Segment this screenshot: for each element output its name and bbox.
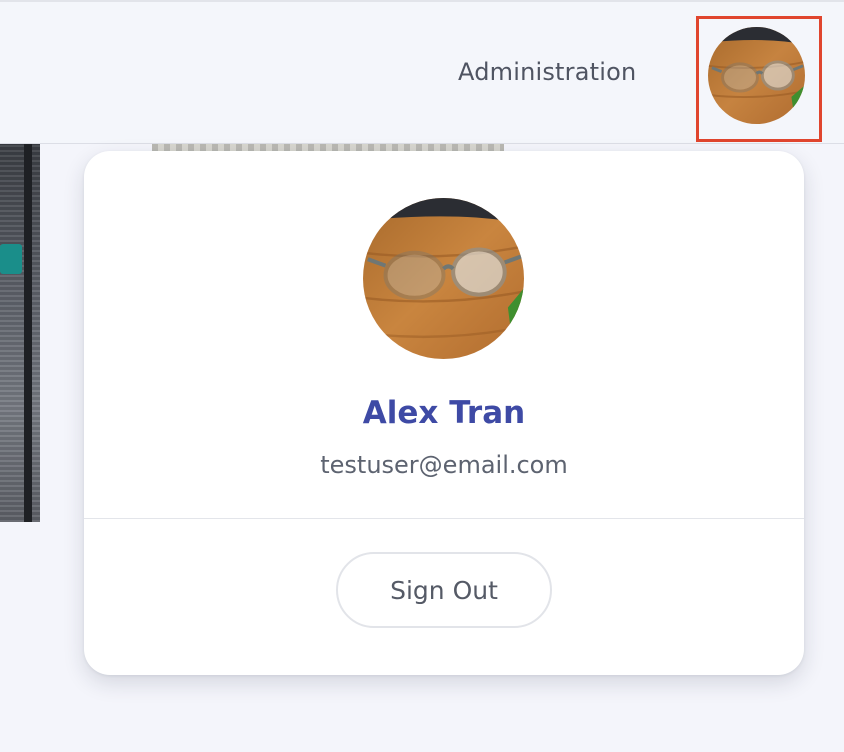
user-display-name: Alex Tran bbox=[362, 395, 526, 431]
menu-divider bbox=[84, 518, 804, 519]
background-photo-left bbox=[0, 144, 40, 522]
app-page: Administration Alex Tran testuser@email.… bbox=[0, 0, 844, 752]
profile-dropdown-card: Alex Tran testuser@email.com Sign Out bbox=[84, 151, 804, 675]
user-avatar-large bbox=[363, 198, 524, 359]
profile-avatar-button[interactable] bbox=[696, 16, 822, 142]
user-avatar-small bbox=[708, 27, 805, 124]
sign-out-button[interactable]: Sign Out bbox=[336, 552, 552, 628]
user-email: testuser@email.com bbox=[320, 451, 568, 479]
nav-link-administration[interactable]: Administration bbox=[458, 58, 636, 86]
top-navigation-bar: Administration bbox=[0, 0, 844, 144]
